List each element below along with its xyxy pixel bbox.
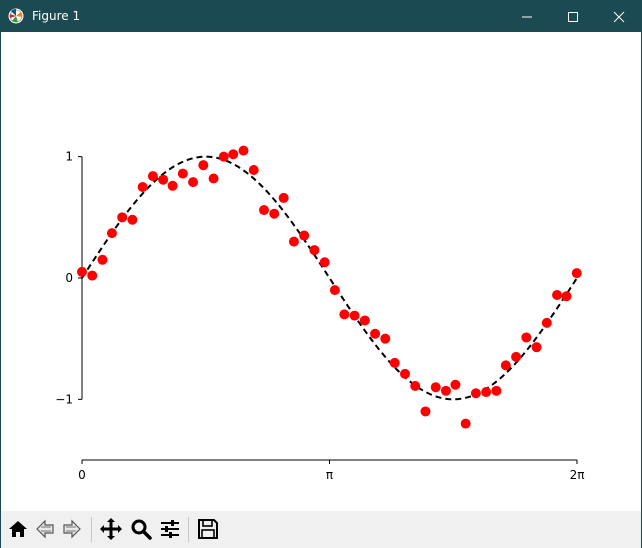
data-point: [319, 257, 330, 268]
data-point: [278, 192, 289, 203]
data-point: [410, 380, 421, 391]
forward-arrow-icon: [63, 519, 81, 539]
data-point: [440, 385, 451, 396]
y-tick-label: 1: [65, 150, 73, 164]
configure-subplots-button[interactable]: [158, 517, 182, 541]
x-tick-label: 0: [78, 468, 86, 482]
data-point: [77, 266, 87, 277]
save-button[interactable]: [196, 517, 220, 541]
window-title: Figure 1: [32, 9, 81, 23]
minimize-icon: [522, 16, 532, 17]
data-point: [552, 289, 563, 300]
data-point: [460, 418, 471, 429]
data-point: [470, 388, 481, 399]
data-point: [228, 149, 239, 160]
data-point: [97, 254, 108, 265]
data-point: [269, 208, 280, 219]
zoom-button[interactable]: [129, 517, 153, 541]
data-point: [531, 342, 542, 353]
home-button[interactable]: [6, 517, 30, 541]
move-icon: [100, 518, 122, 540]
pan-button[interactable]: [99, 517, 123, 541]
data-point: [450, 379, 461, 390]
data-point: [248, 165, 259, 176]
data-point: [420, 406, 431, 417]
data-point: [299, 230, 310, 241]
data-point: [198, 160, 209, 171]
magnifier-icon: [131, 519, 152, 540]
maximize-button[interactable]: [550, 1, 596, 32]
data-point: [218, 151, 229, 162]
data-point: [158, 174, 169, 185]
data-point: [106, 228, 117, 239]
data-point: [400, 368, 410, 379]
data-point: [511, 351, 522, 362]
figure-canvas[interactable]: 1 0 −1 0 π 2π: [1, 32, 641, 511]
data-point: [491, 385, 502, 396]
sine-scatter-plot: 1 0 −1 0 π 2π: [55, 145, 585, 482]
data-point: [561, 291, 572, 302]
data-point: [349, 310, 360, 321]
data-point: [288, 236, 299, 247]
toolbar-separator: [188, 517, 189, 542]
floppy-disk-icon: [198, 519, 218, 539]
data-point: [541, 317, 552, 328]
data-point: [500, 360, 511, 371]
back-button[interactable]: [33, 517, 57, 541]
y-tick-label: −1: [55, 392, 73, 406]
data-point: [380, 333, 391, 344]
data-point: [188, 177, 199, 188]
minimize-button[interactable]: [504, 1, 550, 32]
sliders-icon: [161, 520, 179, 538]
matplotlib-logo-icon: [8, 8, 24, 24]
toolbar-separator: [91, 517, 92, 542]
data-point: [481, 387, 492, 398]
data-point: [430, 382, 441, 393]
data-point: [258, 205, 269, 216]
data-point: [177, 168, 188, 179]
home-icon: [9, 521, 27, 537]
back-arrow-icon: [36, 519, 54, 539]
data-point: [370, 328, 381, 339]
close-button[interactable]: [596, 1, 642, 32]
data-point: [117, 212, 128, 223]
x-tick-label: π: [326, 468, 333, 482]
data-point: [147, 171, 158, 182]
data-point: [309, 245, 320, 256]
x-tick-label: 2π: [570, 468, 585, 482]
data-point: [238, 145, 249, 156]
data-point: [208, 173, 219, 184]
forward-button[interactable]: [60, 517, 84, 541]
data-point: [359, 315, 370, 326]
data-point: [389, 357, 400, 368]
data-point: [137, 182, 148, 192]
figure-window: Figure 1 1 0 −1 0 π 2π: [0, 0, 642, 548]
data-point: [339, 309, 350, 320]
data-point: [571, 268, 582, 279]
data-point: [167, 180, 178, 191]
data-point: [127, 214, 138, 225]
close-icon: [613, 11, 625, 22]
data-point: [87, 270, 98, 281]
maximize-icon: [568, 11, 578, 22]
data-point: [329, 285, 340, 296]
y-tick-label: 0: [65, 271, 73, 285]
navigation-toolbar: [1, 511, 641, 548]
title-bar[interactable]: Figure 1: [1, 1, 641, 32]
data-point: [521, 332, 532, 343]
